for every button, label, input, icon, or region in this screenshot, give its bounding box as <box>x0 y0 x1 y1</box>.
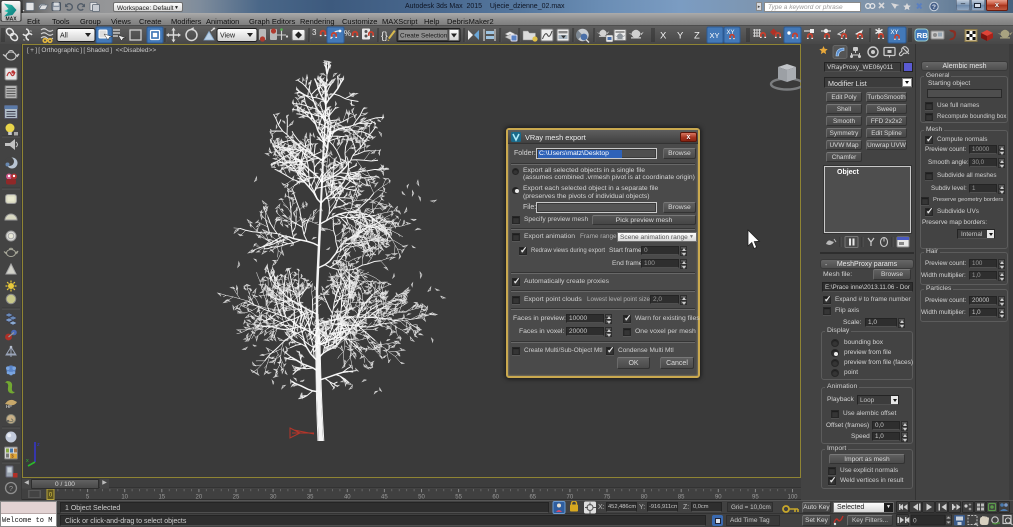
svg-text:x: x <box>26 458 29 464</box>
svg-text:?: ? <box>9 484 13 493</box>
svg-text:+: + <box>969 503 972 509</box>
svg-text:0: 0 <box>913 518 917 525</box>
svg-text:z: z <box>37 442 40 448</box>
svg-text:MAX: MAX <box>5 17 17 23</box>
svg-text:?: ? <box>932 4 936 11</box>
svg-text:RB: RB <box>917 31 928 40</box>
